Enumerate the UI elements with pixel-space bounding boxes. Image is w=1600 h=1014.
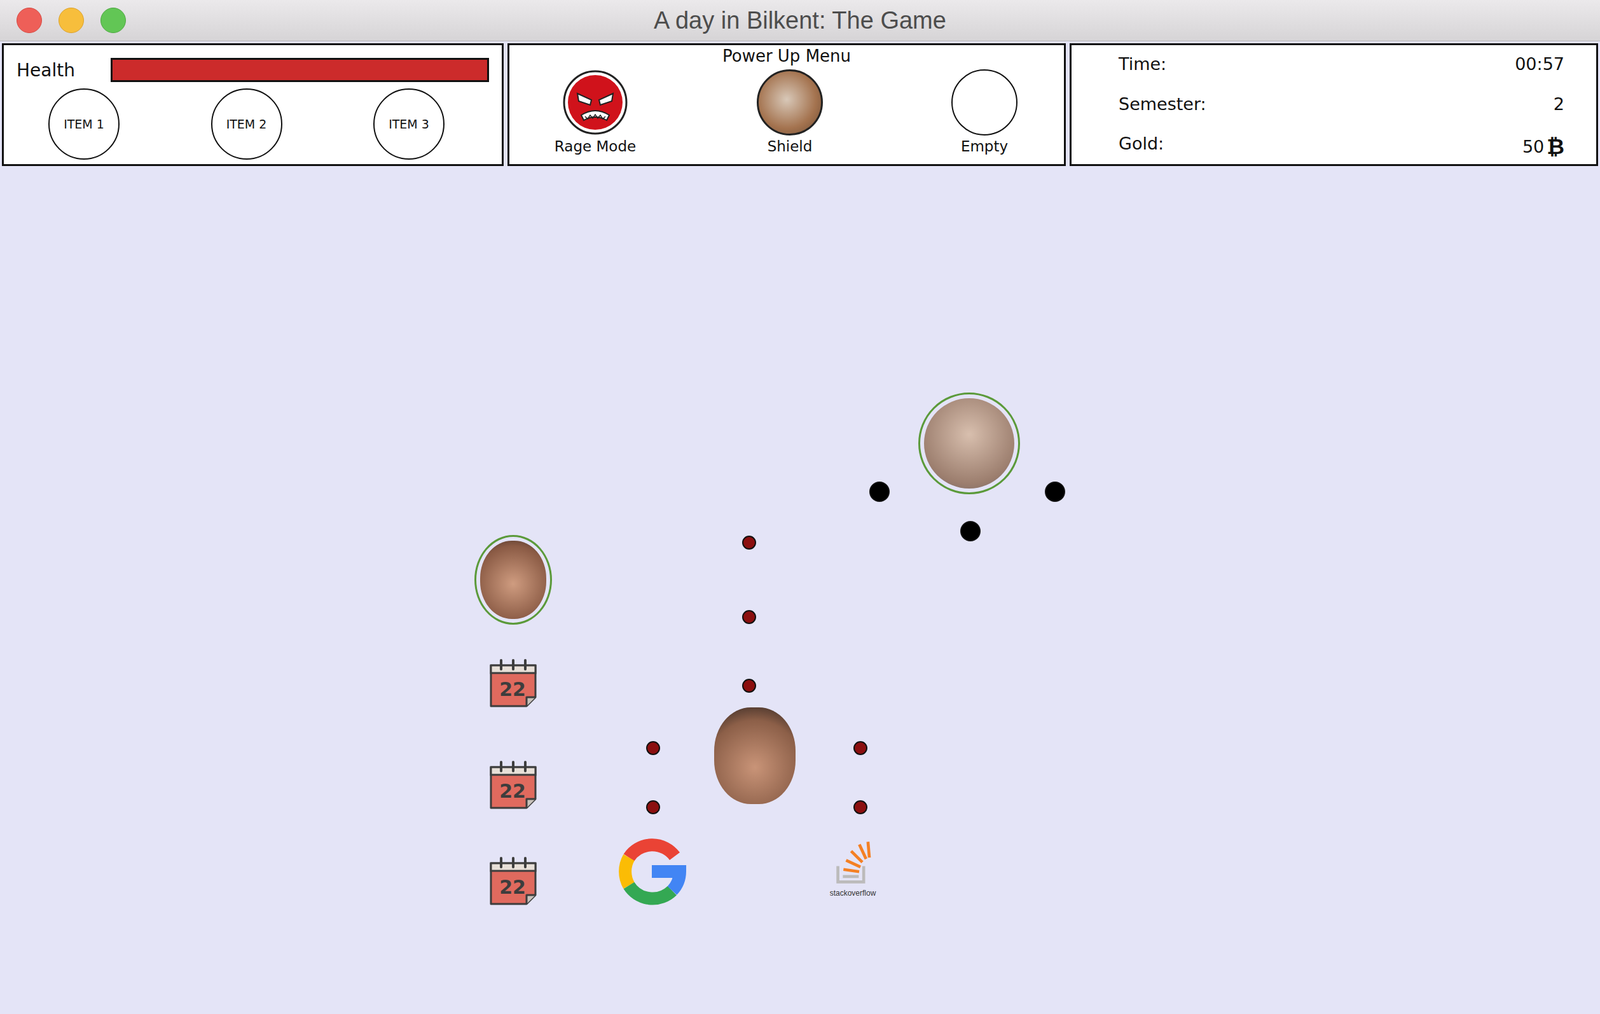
google-pickup[interactable] (614, 834, 689, 909)
bullet (869, 481, 890, 502)
stat-row: Semester: 2 (1118, 94, 1565, 114)
shield-picture (756, 69, 823, 136)
face-picture (924, 398, 1015, 489)
window-controls (16, 7, 126, 34)
stat-row: Gold: 50₿ (1118, 133, 1565, 159)
stackoverflow-icon (827, 836, 878, 889)
bullet (960, 520, 981, 542)
item-label: ITEM 2 (226, 117, 268, 132)
item-slot[interactable]: ITEM 1 (48, 88, 120, 160)
face-picture (714, 707, 796, 804)
health-label: Health (16, 59, 76, 81)
calendar-day: 22 (499, 779, 526, 802)
stat-value: 2 (1553, 94, 1565, 114)
calendar-icon: 22 (487, 656, 540, 709)
power-up-panel: Power Up Menu Rage Mode Shield Empty (507, 43, 1066, 166)
health-panel: Health ITEM 1 ITEM 2 ITEM 3 (1, 43, 504, 166)
rage-face-icon (562, 69, 629, 136)
bullet (646, 740, 661, 755)
item-slot[interactable]: ITEM 2 (211, 88, 283, 160)
game-board[interactable]: 22 22 22 stackoverflow (0, 165, 1600, 1014)
stat-label: Time: (1118, 54, 1167, 74)
bullet (742, 535, 757, 550)
window-title: A day in Bilkent: The Game (653, 6, 947, 35)
bitcoin-icon: ₿ (1546, 133, 1565, 159)
boss-character[interactable] (918, 392, 1021, 495)
bullet (853, 740, 868, 755)
stat-value: 00:57 (1514, 54, 1565, 74)
google-icon (614, 834, 689, 909)
item-label: ITEM 3 (388, 117, 430, 132)
power-up-label: Rage Mode (554, 137, 636, 155)
bullet (742, 609, 757, 624)
power-up-row: Rage Mode Shield Empty (509, 65, 1064, 155)
power-up[interactable]: Empty (936, 69, 1033, 155)
hud: HealthITEM 1ITEM 2ITEM 3Power Up MenuRag… (0, 41, 1600, 166)
bullet (853, 800, 868, 814)
stackoverflow-label: stackoverflow (829, 888, 877, 898)
stackoverflow-logo: stackoverflow (820, 836, 885, 907)
zoom-button[interactable] (100, 7, 126, 34)
health-fill (112, 59, 488, 81)
bullet (742, 678, 757, 693)
minimize-button[interactable] (58, 7, 84, 34)
calendar-pickup[interactable]: 22 (487, 656, 540, 709)
power-up-title: Power Up Menu (722, 46, 851, 66)
bullet (1044, 481, 1066, 502)
bullet (646, 800, 661, 814)
calendar-icon: 22 (487, 758, 540, 811)
stat-label: Semester: (1118, 94, 1207, 114)
game-window: A day in Bilkent: The GameHealthITEM 1IT… (0, 0, 1600, 1014)
title-bar: A day in Bilkent: The Game (0, 0, 1600, 42)
item-slot[interactable]: ITEM 3 (373, 88, 445, 160)
empty-slot (951, 69, 1018, 136)
power-up-label: Empty (960, 137, 1008, 155)
items-row: ITEM 1 ITEM 2 ITEM 3 (16, 82, 490, 160)
stat-row: Time: 00:57 (1118, 54, 1565, 74)
power-up-label: Shield (767, 137, 813, 155)
power-up[interactable]: Rage Mode (547, 69, 643, 155)
calendar-pickup[interactable]: 22 (487, 854, 540, 907)
stat-label: Gold: (1118, 133, 1164, 159)
calendar-icon: 22 (487, 854, 540, 907)
stat-value: 50₿ (1522, 133, 1565, 159)
item-label: ITEM 1 (63, 117, 105, 132)
power-up[interactable]: Shield (742, 69, 838, 155)
calendar-pickup[interactable]: 22 (487, 758, 540, 811)
stats-panel: Time: 00:57 Semester: 2 Gold: 50₿ (1069, 43, 1599, 166)
health-row: Health (16, 57, 490, 83)
enemy-character[interactable] (474, 534, 552, 625)
calendar-day: 22 (499, 677, 526, 701)
face-picture (480, 540, 547, 619)
calendar-day: 22 (499, 875, 526, 898)
stackoverflow-pickup[interactable]: stackoverflow (820, 836, 885, 907)
health-bar (110, 57, 490, 83)
player-character[interactable] (714, 707, 796, 804)
close-button[interactable] (16, 7, 42, 34)
